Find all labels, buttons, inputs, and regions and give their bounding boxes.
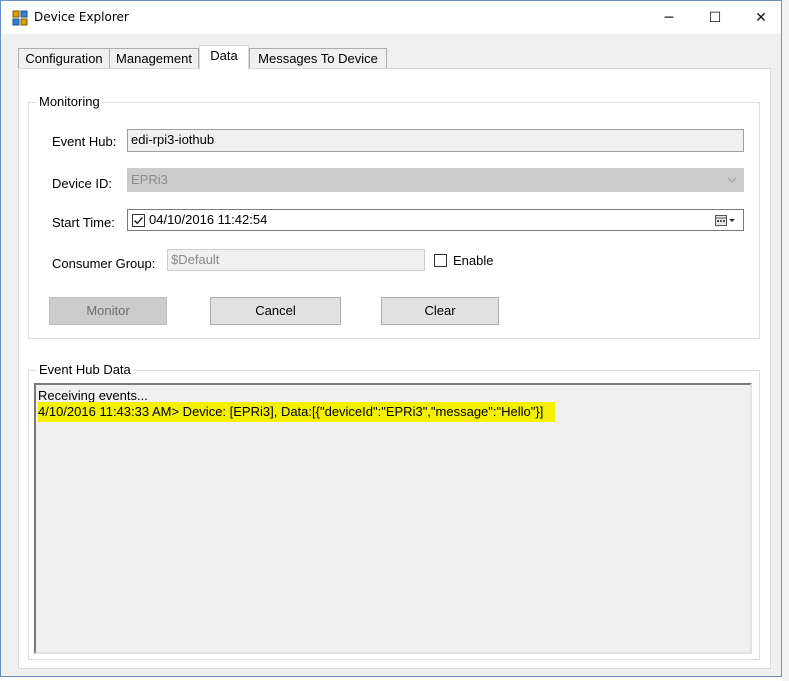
monitoring-legend: Monitoring	[37, 94, 102, 109]
event-hub-field[interactable]: edi-rpi3-iothub	[127, 129, 744, 152]
close-icon: ✕	[755, 9, 767, 26]
consumer-group-label: Consumer Group:	[52, 256, 156, 271]
enable-checkbox[interactable]	[434, 254, 447, 267]
calendar-dropdown-icon[interactable]	[715, 214, 737, 227]
device-explorer-window: Device Explorer ─ ☐ ✕ Configuration Mana…	[0, 0, 782, 677]
minimize-icon: ─	[664, 9, 674, 26]
title-bar: Device Explorer ─ ☐ ✕	[1, 1, 781, 34]
tab-messages-to-device[interactable]: Messages To Device	[249, 48, 387, 69]
clear-button[interactable]: Clear	[381, 297, 499, 325]
tab-management[interactable]: Management	[109, 48, 199, 69]
start-time-checkbox[interactable]	[132, 214, 145, 227]
app-icon	[12, 10, 28, 26]
cancel-button[interactable]: Cancel	[210, 297, 341, 325]
consumer-group-field[interactable]: $Default	[167, 249, 425, 271]
device-id-select[interactable]: EPRi3	[127, 168, 744, 192]
event-line-data: [{"deviceId":"EPRi3","message":"Hello"}]	[312, 402, 556, 422]
minimize-button[interactable]: ─	[646, 1, 692, 34]
tab-configuration[interactable]: Configuration	[18, 48, 110, 69]
monitor-button[interactable]: Monitor	[49, 297, 167, 325]
close-button[interactable]: ✕	[738, 1, 784, 34]
maximize-button[interactable]: ☐	[692, 1, 738, 34]
event-line-prefix: 4/10/2016 11:43:33 AM> Device: [EPRi3], …	[38, 402, 313, 422]
tab-data[interactable]: Data	[199, 45, 249, 70]
event-hub-data-textbox[interactable]: Receiving events... 4/10/2016 11:43:33 A…	[34, 383, 752, 654]
chevron-down-icon	[727, 177, 737, 183]
device-id-label: Device ID:	[52, 176, 112, 191]
start-time-picker[interactable]: 04/10/2016 11:42:54	[127, 209, 744, 231]
maximize-icon: ☐	[708, 9, 722, 26]
start-time-label: Start Time:	[52, 215, 115, 230]
event-line: 4/10/2016 11:43:33 AM> Device: [EPRi3], …	[38, 402, 556, 422]
event-hub-data-legend: Event Hub Data	[37, 362, 133, 377]
enable-label: Enable	[453, 253, 494, 268]
start-time-value: 04/10/2016 11:42:54	[149, 212, 268, 227]
event-hub-label: Event Hub:	[52, 134, 117, 149]
window-title: Device Explorer	[34, 10, 129, 24]
background-window-strip	[782, 0, 789, 681]
receiving-events-line: Receiving events...	[38, 388, 148, 403]
device-id-value: EPRi3	[131, 172, 168, 187]
